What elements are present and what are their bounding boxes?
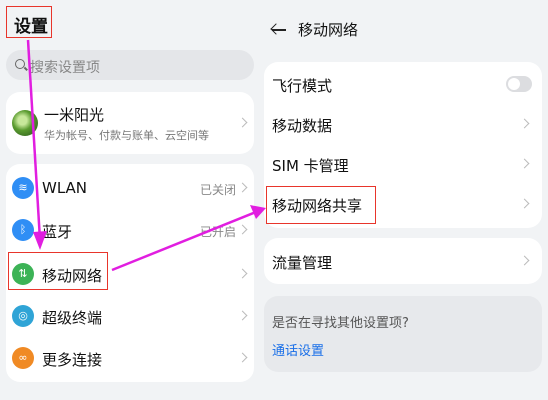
list-item-more-connections[interactable]: ∞ 更多连接 (6, 338, 254, 378)
chevron-right-icon (519, 255, 530, 266)
chevron-right-icon (519, 118, 530, 129)
item-label: 移动数据 (272, 117, 333, 135)
item-label: WLAN (42, 179, 88, 197)
airplane-mode-toggle[interactable] (506, 76, 532, 92)
item-status: 已关闭 (199, 183, 236, 197)
traffic-card: 流量管理 (264, 238, 542, 284)
chevron-right-icon (237, 310, 248, 321)
account-name: 一米阳光 (44, 106, 105, 124)
chevron-right-icon (237, 352, 248, 363)
list-item-bluetooth[interactable]: ᛒ 蓝牙 已开启 (6, 210, 254, 250)
back-arrow-icon[interactable] (272, 29, 286, 31)
item-label: 超级终端 (42, 309, 103, 327)
settings-panel: 设置 搜索设置项 一米阳光 华为帐号、付款与账单、云空间等 ≋ WLAN 已关闭… (0, 0, 262, 400)
chevron-right-icon (519, 198, 530, 209)
item-label: SIM 卡管理 (272, 157, 349, 175)
item-label: 更多连接 (42, 351, 103, 369)
panel-title: 移动网络 (298, 21, 359, 39)
annotation-box-network-sharing (266, 186, 376, 224)
chevron-right-icon (237, 268, 248, 279)
chevron-right-icon (237, 182, 248, 193)
wifi-icon: ≋ (12, 177, 34, 199)
annotation-box-mobile-network (8, 252, 108, 290)
chevron-right-icon (237, 117, 248, 128)
list-item-super-device[interactable]: ◎ 超级终端 (6, 296, 254, 336)
avatar (12, 110, 38, 136)
super-device-icon: ◎ (12, 305, 34, 327)
search-placeholder: 搜索设置项 (30, 60, 100, 76)
annotation-box-settings (6, 6, 52, 38)
list-item-airplane-mode[interactable]: 飞行模式 (264, 64, 542, 104)
list-item-traffic-management[interactable]: 流量管理 (264, 241, 542, 281)
chevron-right-icon (237, 224, 248, 235)
search-icon (15, 59, 25, 69)
chevron-right-icon (519, 158, 530, 169)
list-item-wlan[interactable]: ≋ WLAN 已关闭 (6, 168, 254, 208)
item-label: 飞行模式 (272, 77, 333, 95)
list-item-mobile-data[interactable]: 移动数据 (264, 104, 542, 144)
list-item-sim-management[interactable]: SIM 卡管理 (264, 144, 542, 184)
suggestion-question: 是否在寻找其他设置项? (272, 316, 409, 331)
account-subtitle: 华为帐号、付款与账单、云空间等 (44, 129, 209, 142)
bluetooth-icon: ᛒ (12, 219, 34, 241)
item-status: 已开启 (199, 225, 236, 239)
suggestion-card: 是否在寻找其他设置项? 通话设置 (264, 296, 542, 372)
item-label: 蓝牙 (42, 223, 73, 241)
call-settings-link[interactable]: 通话设置 (272, 340, 324, 359)
item-label: 流量管理 (272, 254, 333, 272)
more-connections-icon: ∞ (12, 347, 34, 369)
search-input[interactable]: 搜索设置项 (6, 50, 254, 80)
account-card[interactable]: 一米阳光 华为帐号、付款与账单、云空间等 (6, 92, 254, 154)
